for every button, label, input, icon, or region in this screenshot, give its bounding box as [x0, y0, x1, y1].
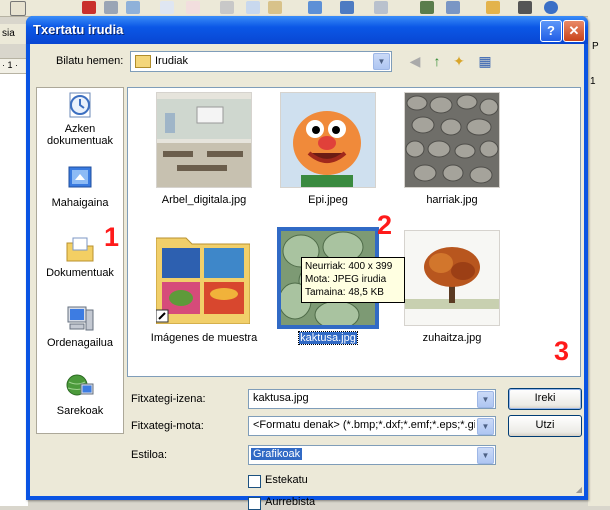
look-in-label: Bilatu hemen: — [56, 55, 124, 67]
dialog-client-area: Bilatu hemen: Irudiak ▼ ◀ ↑ ✦ ▦ Azken do… — [30, 44, 584, 510]
file-name-selected: kaktusa.jpg — [298, 331, 358, 345]
file-list[interactable]: Arbel_digitala.jpg Epi.jpeg harriak.jpg … — [127, 87, 581, 377]
my-computer-icon — [67, 306, 94, 331]
annotation-step-3: 3 — [554, 336, 570, 366]
tooltip-dimensions: Neurriak: 400 x 399 — [305, 261, 393, 272]
preview-checkbox[interactable] — [248, 497, 261, 510]
place-network[interactable]: Sarekoak — [37, 372, 123, 417]
cut-icon[interactable] — [220, 1, 234, 14]
background-ruler: · 1 · — [0, 58, 28, 74]
folder-icon — [135, 55, 151, 68]
format-paintbrush-icon[interactable] — [308, 1, 322, 14]
look-in-combo[interactable]: Irudiak ▼ — [130, 51, 392, 72]
background-style-box[interactable]: sia — [0, 24, 28, 44]
style-select[interactable]: Grafikoak ▼ — [248, 445, 496, 465]
place-label-network: Sarekoak — [56, 405, 104, 417]
dialog-title: Txertatu irudia — [33, 22, 124, 37]
view-menu-icon[interactable]: ▦ — [476, 52, 494, 70]
up-folder-icon[interactable]: ↑ — [428, 52, 446, 70]
new-folder-icon[interactable]: ✦ — [450, 52, 468, 70]
close-button[interactable]: ✕ — [563, 20, 585, 42]
style-value: Grafikoak — [251, 448, 303, 460]
chevron-down-icon[interactable]: ▼ — [477, 391, 494, 408]
tooltip-size: Tamaina: 48,5 KB — [305, 287, 384, 298]
help-button[interactable]: ? — [540, 20, 562, 42]
back-icon[interactable]: ◀ — [406, 52, 424, 70]
thumbnail-tree — [404, 230, 500, 326]
mail-icon[interactable] — [10, 1, 26, 16]
thumbnail-stones — [404, 92, 500, 188]
filename-field[interactable]: kaktusa.jpg ▼ — [248, 389, 496, 409]
background-right-text-2: 1 — [590, 76, 596, 87]
thumbnail-sample-folder — [156, 230, 250, 324]
hyperlink-icon[interactable] — [420, 1, 434, 14]
navigator-icon[interactable] — [544, 1, 558, 14]
title-bar[interactable]: Txertatu irudia ? ✕ — [26, 16, 588, 44]
place-label-documents: Dokumentuak — [46, 267, 114, 279]
file-item[interactable]: Epi.jpeg — [268, 92, 388, 216]
open-button[interactable]: Ireki — [508, 388, 582, 410]
file-info-tooltip: Neurriak: 400 x 399 Mota: JPEG irudia Ta… — [301, 257, 405, 303]
my-documents-icon — [66, 237, 94, 262]
redo-icon[interactable] — [374, 1, 388, 14]
print-icon[interactable] — [104, 1, 118, 14]
autospellcheck-icon[interactable] — [186, 1, 200, 14]
file-name: zuhaitza.jpg — [422, 332, 482, 344]
recent-documents-icon — [69, 92, 91, 118]
preview-icon[interactable] — [126, 1, 140, 14]
link-checkbox[interactable] — [248, 475, 261, 488]
link-checkbox-label: Estekatu — [265, 474, 308, 486]
file-name: Arbel_digitala.jpg — [161, 194, 247, 206]
cancel-button[interactable]: Utzi — [508, 415, 582, 437]
spellcheck-icon[interactable] — [160, 1, 174, 14]
resize-grip-icon[interactable]: ◢ — [576, 485, 582, 494]
file-item[interactable]: Arbel_digitala.jpg — [144, 92, 264, 216]
place-label-desktop: Mahaigaina — [51, 197, 109, 209]
background-ruler-text: · 1 · — [2, 60, 19, 70]
background-document[interactable] — [0, 74, 28, 506]
paste-icon[interactable] — [268, 1, 282, 14]
look-in-value: Irudiak — [155, 55, 189, 67]
insert-picture-dialog: Txertatu irudia ? ✕ Bilatu hemen: Irudia… — [26, 16, 588, 510]
place-desktop[interactable]: Mahaigaina — [37, 164, 123, 209]
draw-icon[interactable] — [486, 1, 500, 14]
places-bar: Azken dokumentuak Mahaigaina Dokumentuak… — [36, 87, 124, 434]
find-icon[interactable] — [518, 1, 532, 14]
desktop-icon — [68, 166, 92, 188]
folder-name: Imágenes de muestra — [150, 332, 258, 344]
table-icon[interactable] — [446, 1, 460, 14]
thumbnail-classroom — [156, 92, 252, 188]
file-name: harriak.jpg — [426, 194, 478, 206]
pdf-icon[interactable] — [82, 1, 96, 14]
place-recent-documents[interactable]: Azken dokumentuak — [37, 90, 123, 147]
background-right-panel: P 1 — [588, 16, 610, 506]
place-label-computer: Ordenagailua — [46, 337, 114, 349]
network-places-icon — [66, 374, 94, 396]
file-item[interactable]: harriak.jpg — [392, 92, 512, 216]
copy-icon[interactable] — [246, 1, 260, 14]
filename-label: Fitxategi-izena: — [131, 393, 206, 405]
background-right-text-1: P — [592, 41, 599, 52]
place-label-recent: Azken dokumentuak — [46, 123, 114, 147]
chevron-down-icon[interactable]: ▼ — [373, 53, 390, 70]
thumbnail-puppet — [280, 92, 376, 188]
style-label: Estiloa: — [131, 449, 168, 461]
tooltip-type: Mota: JPEG irudia — [305, 274, 387, 285]
filetype-label: Fitxategi-mota: — [131, 420, 204, 432]
file-name: Epi.jpeg — [308, 194, 348, 206]
filetype-select[interactable]: <Formatu denak> (*.bmp;*.dxf;*.emf;*.eps… — [248, 416, 496, 436]
chevron-down-icon[interactable]: ▼ — [477, 447, 494, 464]
undo-icon[interactable] — [340, 1, 354, 14]
background-style-text: sia — [2, 28, 15, 39]
annotation-step-2: 2 — [377, 210, 393, 240]
file-item[interactable]: zuhaitza.jpg — [392, 230, 512, 354]
folder-item[interactable]: Imágenes de muestra — [144, 230, 264, 354]
place-my-computer[interactable]: Ordenagailua — [37, 304, 123, 349]
background-toolbar — [0, 0, 610, 17]
filename-value: kaktusa.jpg — [253, 392, 309, 404]
preview-checkbox-label: Aurrebista — [265, 496, 316, 508]
filetype-value: <Formatu denak> (*.bmp;*.dxf;*.emf;*.eps… — [253, 419, 475, 431]
annotation-step-1: 1 — [104, 222, 120, 252]
chevron-down-icon[interactable]: ▼ — [477, 418, 494, 435]
